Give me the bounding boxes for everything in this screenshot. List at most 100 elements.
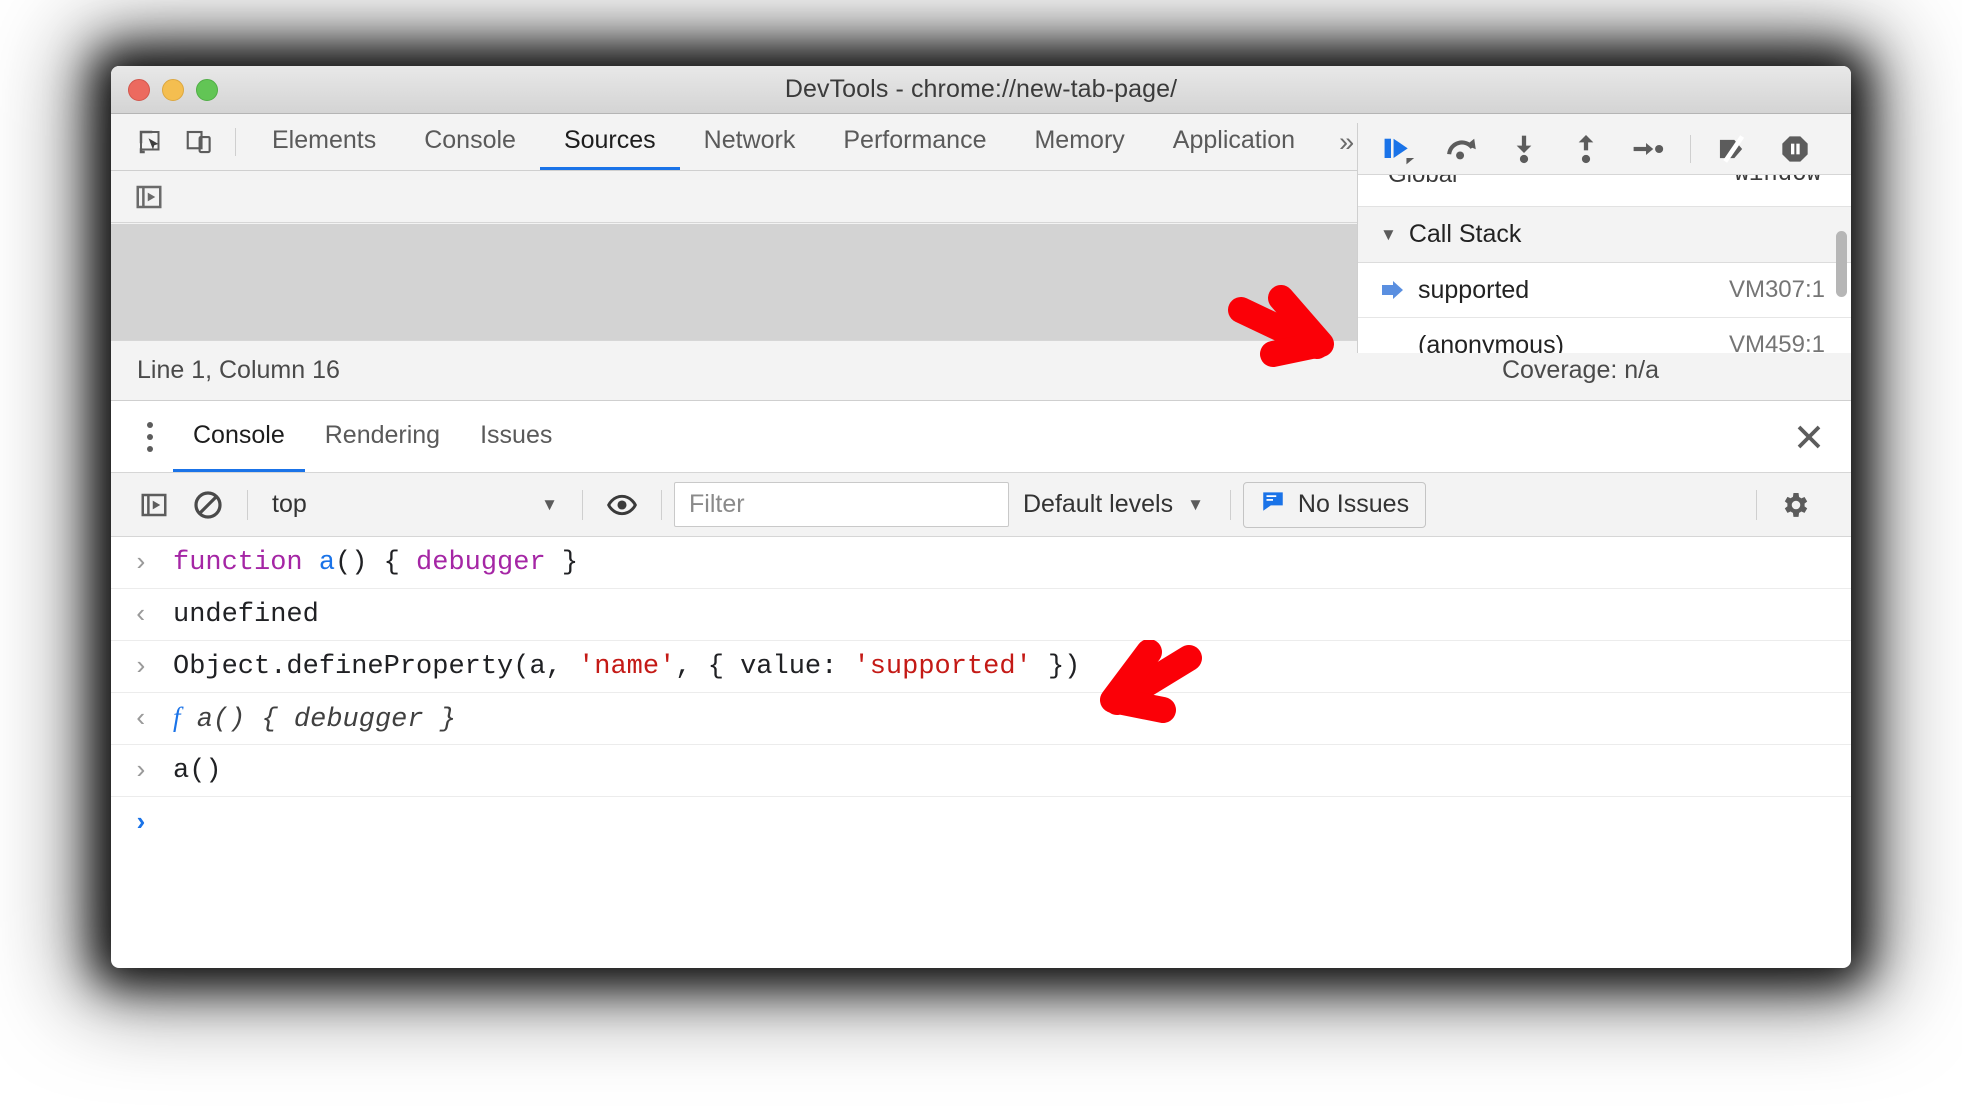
console-output-row[interactable]: ‹ f a() { debugger } (111, 693, 1851, 745)
tab-application[interactable]: Application (1149, 114, 1319, 170)
log-levels-value: Default levels (1023, 490, 1174, 518)
scope-global-label: Global (1388, 175, 1457, 189)
drawer-tab-label: Rendering (324, 420, 441, 449)
issues-speech-bubble-icon (1260, 488, 1286, 521)
output-chevron-icon: ‹ (133, 599, 149, 630)
token-function-source: a() { debugger } (180, 705, 456, 735)
call-stack-section-header[interactable]: ▼ Call Stack (1358, 207, 1851, 263)
console-toolbar: top ▼ Filter Default levels ▼ No Issues (111, 473, 1851, 537)
token-plain: () { (335, 547, 417, 578)
chevron-down-icon: ▼ (541, 494, 558, 514)
console-toolbar-divider-3 (661, 489, 662, 520)
inspect-element-icon[interactable] (127, 118, 175, 166)
console-filter-input[interactable]: Filter (674, 482, 1009, 527)
console-message-list[interactable]: › function a() { debugger } ‹ undefined … (111, 537, 1851, 909)
token-plain: , { value: (675, 651, 854, 682)
chevron-down-icon: ▼ (1187, 494, 1204, 514)
pause-on-exceptions-icon[interactable] (1767, 126, 1823, 172)
token-plain: Object.defineProperty(a, (173, 651, 579, 682)
issues-counter-button[interactable]: No Issues (1242, 481, 1427, 528)
input-chevron-icon: › (133, 651, 149, 682)
step-over-next-function-call-icon[interactable] (1434, 126, 1490, 172)
devtools-window: DevTools - chrome://new-tab-page/ Elemen… (111, 66, 1851, 968)
context-value: top (272, 490, 307, 518)
console-output-text: f a() { debugger } (173, 702, 456, 735)
javascript-context-selector[interactable]: top ▼ (260, 484, 570, 526)
drawer-tab-issues[interactable]: Issues (460, 401, 572, 472)
token-keyword: function (173, 547, 319, 578)
toolbar-divider (235, 128, 236, 156)
tab-network[interactable]: Network (680, 114, 820, 170)
drawer-tab-rendering[interactable]: Rendering (305, 401, 460, 472)
debugger-controls-toolbar (1358, 123, 1851, 175)
console-sidebar-icon[interactable] (127, 482, 181, 528)
console-output-text: undefined (173, 599, 319, 630)
token-string: 'supported' (853, 651, 1032, 682)
console-toolbar-divider-2 (582, 489, 583, 520)
console-output-row[interactable]: ‹ undefined (111, 589, 1851, 641)
filter-placeholder: Filter (689, 490, 745, 518)
tab-label: Elements (272, 126, 377, 154)
token-identifier: a (318, 547, 336, 578)
tab-label: Network (703, 126, 796, 154)
token-keyword: debugger (416, 547, 546, 578)
step-icon[interactable] (1620, 126, 1676, 172)
console-input-row[interactable]: › Object.defineProperty(a, 'name', { val… (111, 641, 1851, 693)
debugger-sidebar-scrollbar[interactable] (1836, 231, 1847, 297)
input-chevron-icon: › (133, 755, 149, 786)
drawer-tab-console[interactable]: Console (173, 401, 305, 472)
tab-elements[interactable]: Elements (248, 114, 400, 170)
console-toolbar-divider-5 (1756, 489, 1757, 520)
close-drawer-icon[interactable] (1781, 409, 1837, 465)
token-string: 'name' (578, 651, 676, 682)
call-stack-frame-name: (anonymous) (1418, 330, 1564, 354)
window-title: DevTools - chrome://new-tab-page/ (784, 75, 1178, 103)
tab-label: Console (424, 126, 516, 154)
console-prompt-row[interactable]: › (111, 797, 1851, 849)
scope-global-value: window (1735, 175, 1821, 188)
console-toolbar-divider-4 (1229, 489, 1231, 520)
drawer-tabbar: Console Rendering Issues (111, 401, 1851, 473)
scope-global-row-clipped[interactable]: Global window (1358, 175, 1851, 207)
console-settings-gear-icon[interactable] (1769, 482, 1823, 528)
tab-console[interactable]: Console (400, 114, 540, 170)
tab-label: Sources (563, 126, 656, 154)
console-input-text: Object.defineProperty(a, 'name', { value… (173, 652, 1080, 682)
call-stack-title: Call Stack (1408, 220, 1522, 248)
resume-script-execution-icon[interactable] (1372, 126, 1428, 172)
chevron-down-icon: ▼ (1380, 224, 1397, 244)
tab-performance[interactable]: Performance (819, 114, 1010, 170)
deactivate-breakpoints-icon[interactable] (1705, 126, 1761, 172)
console-input-row[interactable]: › function a() { debugger } (111, 537, 1851, 589)
output-chevron-icon: ‹ (133, 703, 149, 734)
console-input-text: function a() { debugger } (173, 548, 578, 578)
frame-arrow-placeholder (1380, 333, 1406, 353)
panel-tabs: Elements Console Sources Network Perform… (248, 114, 1374, 170)
more-tools-kebab-icon[interactable] (127, 409, 173, 465)
device-toolbar-icon[interactable] (175, 118, 223, 166)
debugger-sidebar: Global window ▼ Call Stack supported VM3… (1357, 123, 1851, 353)
step-out-of-current-function-icon[interactable] (1558, 126, 1614, 172)
tab-label: Memory (1034, 126, 1125, 154)
tab-label: Application (1172, 126, 1296, 154)
debugger-toolbar-divider (1690, 134, 1691, 163)
step-into-next-function-call-icon[interactable] (1496, 126, 1552, 172)
console-input-row[interactable]: › a() (111, 745, 1851, 797)
drawer-tab-label: Issues (480, 420, 553, 449)
call-stack-frame-location: VM459:1 (1728, 331, 1825, 353)
token-plain: }) (1031, 651, 1081, 682)
prompt-chevron-icon: › (133, 808, 149, 838)
token-plain: } (545, 547, 579, 578)
call-stack-frame-anonymous[interactable]: (anonymous) VM459:1 (1358, 318, 1851, 353)
call-stack-frame-supported[interactable]: supported VM307:1 (1358, 263, 1851, 318)
call-stack-frame-location: VM307:1 (1728, 276, 1825, 303)
cursor-position-label: Line 1, Column 16 (137, 356, 340, 384)
issues-label: No Issues (1297, 490, 1410, 518)
console-toolbar-divider-1 (247, 489, 248, 520)
clear-console-icon[interactable] (181, 482, 235, 528)
tab-memory[interactable]: Memory (1010, 114, 1148, 170)
show-navigator-icon[interactable] (125, 173, 173, 221)
log-levels-selector[interactable]: Default levels ▼ (1009, 490, 1218, 519)
live-expression-icon[interactable] (595, 482, 649, 528)
tab-sources[interactable]: Sources (539, 114, 680, 170)
